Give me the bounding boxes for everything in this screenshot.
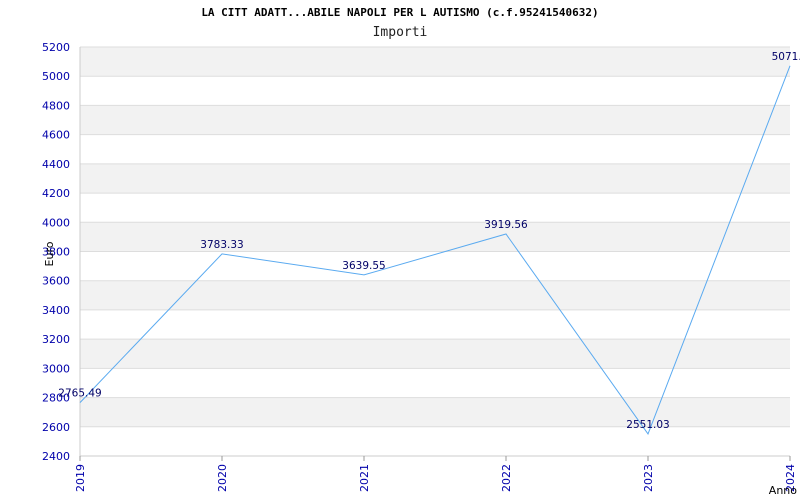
y-tick-label: 4600 xyxy=(42,129,70,142)
background-band xyxy=(80,76,790,106)
y-tick-label: 4400 xyxy=(42,158,70,171)
x-tick-label: 2023 xyxy=(642,464,655,492)
background-band xyxy=(80,193,790,223)
y-tick-label: 4200 xyxy=(42,187,70,200)
y-tick-label: 2400 xyxy=(42,450,70,463)
background-band xyxy=(80,339,790,369)
y-tick-label: 3000 xyxy=(42,362,70,375)
data-label: 3639.55 xyxy=(342,260,385,272)
data-label: 2765.49 xyxy=(58,388,101,400)
background-band xyxy=(80,222,790,252)
x-axis-ticks: 2019 2020 2021 2022 2023 2024 xyxy=(74,456,797,492)
y-tick-label: 3200 xyxy=(42,333,70,346)
y-tick-label: 4000 xyxy=(42,216,70,229)
background-band xyxy=(80,163,790,194)
background-band xyxy=(80,134,790,164)
x-tick-label: 2019 xyxy=(74,464,87,492)
y-tick-label: 4800 xyxy=(42,99,70,112)
x-tick-label: 2021 xyxy=(358,464,371,492)
background-band xyxy=(80,309,790,340)
x-axis-label: Anno xyxy=(769,484,797,497)
y-tick-label: 5000 xyxy=(42,70,70,83)
data-label: 3919.56 xyxy=(484,219,528,231)
y-axis-label: Euro xyxy=(43,241,56,266)
line-chart: 2400260028003000320034003600380040004200… xyxy=(42,41,800,497)
background-band xyxy=(80,251,790,281)
y-tick-label: 3400 xyxy=(42,304,70,317)
x-tick-label: 2020 xyxy=(216,464,229,492)
data-label: 3783.33 xyxy=(200,239,243,251)
data-label: 5071.2 xyxy=(772,51,800,63)
y-tick-label: 3600 xyxy=(42,275,70,288)
background-band xyxy=(80,368,790,398)
data-label: 2551.03 xyxy=(626,419,669,431)
background-band xyxy=(80,105,790,135)
background-band xyxy=(80,426,790,456)
y-tick-label: 2600 xyxy=(42,421,70,434)
y-tick-label: 5200 xyxy=(42,41,70,54)
x-tick-label: 2022 xyxy=(500,464,513,492)
background-band xyxy=(80,397,790,427)
background-band xyxy=(80,47,790,77)
background-band xyxy=(80,280,790,310)
